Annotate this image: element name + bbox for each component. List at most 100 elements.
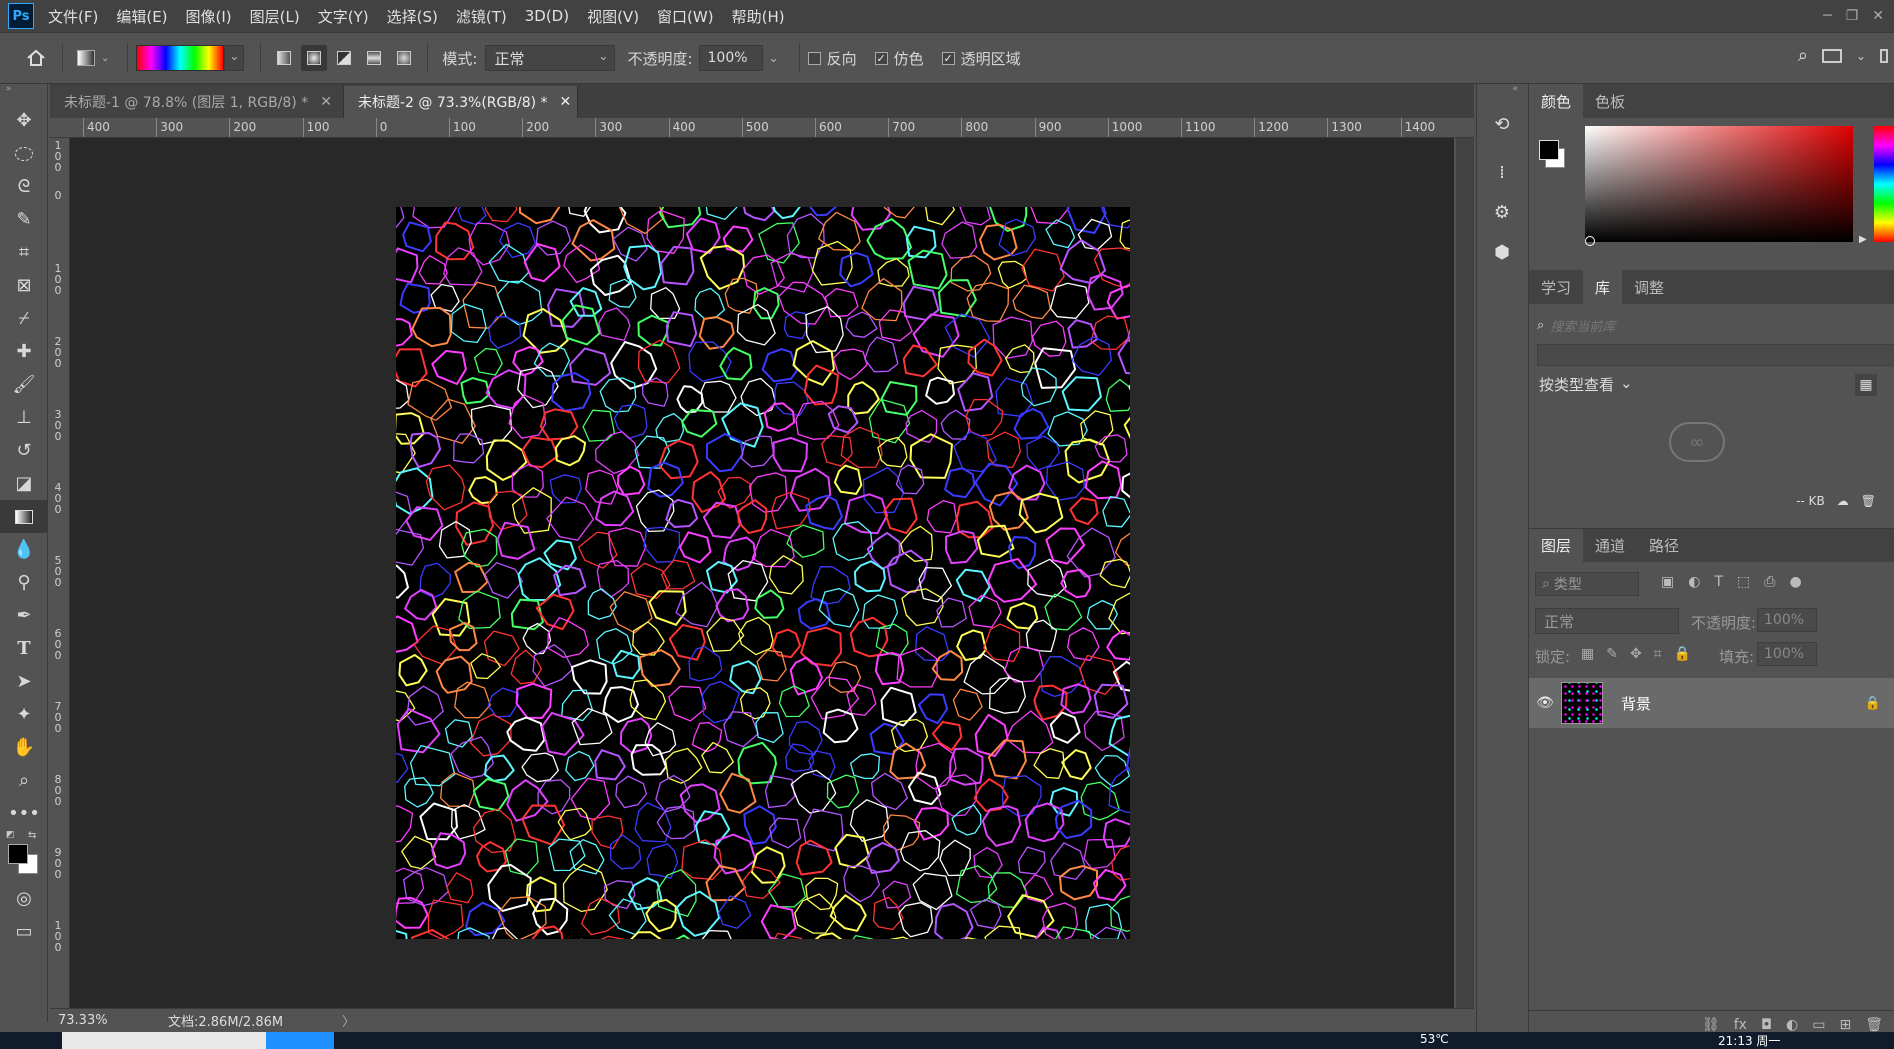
lock-artboard-icon[interactable]: ⌗ xyxy=(1654,646,1662,662)
image-filter-icon[interactable]: ▣ xyxy=(1661,574,1674,590)
hue-slider-arrow[interactable]: ▶ xyxy=(1859,234,1867,245)
radial-gradient-button[interactable] xyxy=(301,45,328,71)
lock-transparent-icon[interactable]: ▦ xyxy=(1581,646,1594,662)
eye-icon[interactable]: 👁 xyxy=(1529,695,1561,711)
menu-select[interactable]: 选择(S) xyxy=(387,6,438,27)
layer-row[interactable]: 👁 背景 🔒 xyxy=(1529,678,1894,728)
tab-swatches[interactable]: 色板 xyxy=(1583,84,1637,118)
library-select[interactable] xyxy=(1537,344,1894,366)
status-menu-arrow[interactable]: 〉 xyxy=(342,1011,355,1030)
reverse-checkbox[interactable] xyxy=(807,51,821,65)
workspace-icon[interactable] xyxy=(1821,48,1842,63)
collapse-icon[interactable]: » xyxy=(0,84,47,104)
diamond-gradient-button[interactable] xyxy=(391,45,417,71)
history-brush-tool-icon[interactable]: ↺ xyxy=(0,434,48,467)
tab-libraries[interactable]: 库 xyxy=(1583,270,1623,304)
mode-select[interactable]: 正常 ⌄ xyxy=(485,45,616,71)
trash-icon[interactable]: 🗑 xyxy=(1861,494,1876,508)
path-selection-tool-icon[interactable]: ➤ xyxy=(0,665,48,698)
stamp-tool-icon[interactable]: ⊥ xyxy=(0,401,48,434)
new-group-icon[interactable]: ▭ xyxy=(1812,1017,1825,1033)
tab-paths[interactable]: 路径 xyxy=(1637,529,1691,562)
document-canvas[interactable] xyxy=(396,207,1130,939)
pen-tool-icon[interactable]: ✒ xyxy=(0,599,48,632)
close-icon[interactable]: ✕ xyxy=(320,94,332,110)
tab-adjustments[interactable]: 调整 xyxy=(1622,270,1676,304)
filter-toggle-icon[interactable]: ● xyxy=(1789,574,1801,590)
hue-slider[interactable] xyxy=(1874,126,1894,242)
vertical-scrollbar[interactable] xyxy=(1456,138,1474,1008)
menu-help[interactable]: 帮助(H) xyxy=(732,6,785,27)
lock-all-icon[interactable]: 🔒 xyxy=(1674,646,1691,662)
menu-type[interactable]: 文字(Y) xyxy=(318,6,369,27)
angle-gradient-button[interactable] xyxy=(331,45,357,71)
tab-learn[interactable]: 学习 xyxy=(1529,270,1583,304)
shape-filter-icon[interactable]: ⬚ xyxy=(1737,574,1750,590)
hand-tool-icon[interactable]: ✋ xyxy=(0,731,48,764)
library-view-toggle[interactable]: 按类型查看 ⌄ xyxy=(1539,374,1633,395)
brushes-panel-icon[interactable]: ⁞ xyxy=(1477,152,1527,192)
delete-layer-icon[interactable]: 🗑 xyxy=(1865,1017,1883,1033)
menu-filter[interactable]: 滤镜(T) xyxy=(456,6,507,27)
smart-object-filter-icon[interactable]: ⎙ xyxy=(1764,574,1775,590)
chevron-down-icon[interactable]: ⌄ xyxy=(769,51,779,65)
search-icon[interactable]: ⌕ xyxy=(1798,45,1808,66)
healing-brush-tool-icon[interactable]: ✚ xyxy=(0,335,48,368)
close-icon[interactable]: ✕ xyxy=(1872,8,1884,24)
linear-gradient-button[interactable] xyxy=(271,45,297,71)
tool-preset-icon[interactable] xyxy=(73,45,99,71)
adjustment-layer-icon[interactable]: ◐ xyxy=(1786,1017,1798,1033)
tab-document-1[interactable]: 未标题-1 @ 78.8% (图层 1, RGB/8) * ✕ xyxy=(50,86,344,118)
layer-filter-select[interactable]: ⌕ 类型 xyxy=(1535,572,1639,596)
adjust-panel-icon[interactable]: ⚙ xyxy=(1477,192,1527,232)
zoom-tool-icon[interactable]: ⌕ xyxy=(0,764,48,797)
eyedropper-tool-icon[interactable]: ⌿ xyxy=(0,302,48,335)
menu-image[interactable]: 图像(I) xyxy=(186,6,232,27)
opacity-input[interactable]: 100% xyxy=(698,45,763,71)
tab-channels[interactable]: 通道 xyxy=(1583,529,1637,562)
frame-tool-icon[interactable]: ⊠ xyxy=(0,269,48,302)
lock-position-icon[interactable]: ✥ xyxy=(1630,646,1642,662)
layer-opacity-input[interactable]: 100% xyxy=(1757,608,1817,632)
tab-color[interactable]: 颜色 xyxy=(1529,84,1584,118)
3d-panel-icon[interactable]: ⬢ xyxy=(1477,232,1527,272)
close-icon[interactable]: ✕ xyxy=(560,94,572,110)
taskbar-search[interactable] xyxy=(62,1032,282,1049)
link-layers-icon[interactable]: ⛓ xyxy=(1702,1017,1720,1033)
library-search[interactable]: ⌕ 搜索当前库 xyxy=(1537,312,1894,338)
color-picker-handle[interactable] xyxy=(1585,236,1595,246)
brush-tool-icon[interactable]: 🖌 xyxy=(0,368,48,401)
tab-layers[interactable]: 图层 xyxy=(1529,529,1584,562)
transparency-checkbox[interactable]: ✓ xyxy=(941,51,955,65)
gradient-picker[interactable] xyxy=(136,45,225,71)
reflected-gradient-button[interactable] xyxy=(361,45,387,71)
lock-image-icon[interactable]: ✎ xyxy=(1606,646,1618,662)
dither-checkbox[interactable]: ✓ xyxy=(874,51,888,65)
default-colors-icon[interactable]: ◩ xyxy=(6,830,15,840)
taskbar-app[interactable] xyxy=(266,1032,334,1049)
foreground-color-swatch[interactable] xyxy=(1539,140,1559,160)
eraser-tool-icon[interactable]: ◪ xyxy=(0,467,48,500)
blend-mode-select[interactable]: 正常 xyxy=(1535,608,1679,634)
crop-tool-icon[interactable]: ⌗ xyxy=(0,236,48,269)
color-field[interactable] xyxy=(1585,126,1853,242)
fill-input[interactable]: 100% xyxy=(1757,642,1817,666)
dodge-tool-icon[interactable]: ⚲ xyxy=(0,566,48,599)
collapse-icon[interactable]: « xyxy=(1477,84,1526,100)
home-icon[interactable] xyxy=(20,45,52,71)
layer-name[interactable]: 背景 xyxy=(1621,693,1651,714)
gradient-dropdown[interactable]: ⌄ xyxy=(224,45,245,71)
screen-mode-icon[interactable]: ▭ xyxy=(0,915,48,948)
menu-window[interactable]: 窗口(W) xyxy=(657,6,714,27)
history-panel-icon[interactable]: ⟲ xyxy=(1477,104,1527,144)
type-filter-icon[interactable]: T xyxy=(1714,574,1723,590)
foreground-color-swatch[interactable] xyxy=(8,844,28,864)
layer-style-icon[interactable]: fx xyxy=(1734,1017,1747,1033)
restore-icon[interactable]: ❐ xyxy=(1846,8,1859,24)
quick-mask-icon[interactable]: ◎ xyxy=(0,882,48,915)
move-tool-icon[interactable]: ✥ xyxy=(0,104,48,137)
menu-view[interactable]: 视图(V) xyxy=(587,6,639,27)
grid-view-icon[interactable]: ▦ xyxy=(1855,374,1877,396)
menu-file[interactable]: 文件(F) xyxy=(48,6,98,27)
more-tools-icon[interactable]: ••• xyxy=(0,797,48,830)
